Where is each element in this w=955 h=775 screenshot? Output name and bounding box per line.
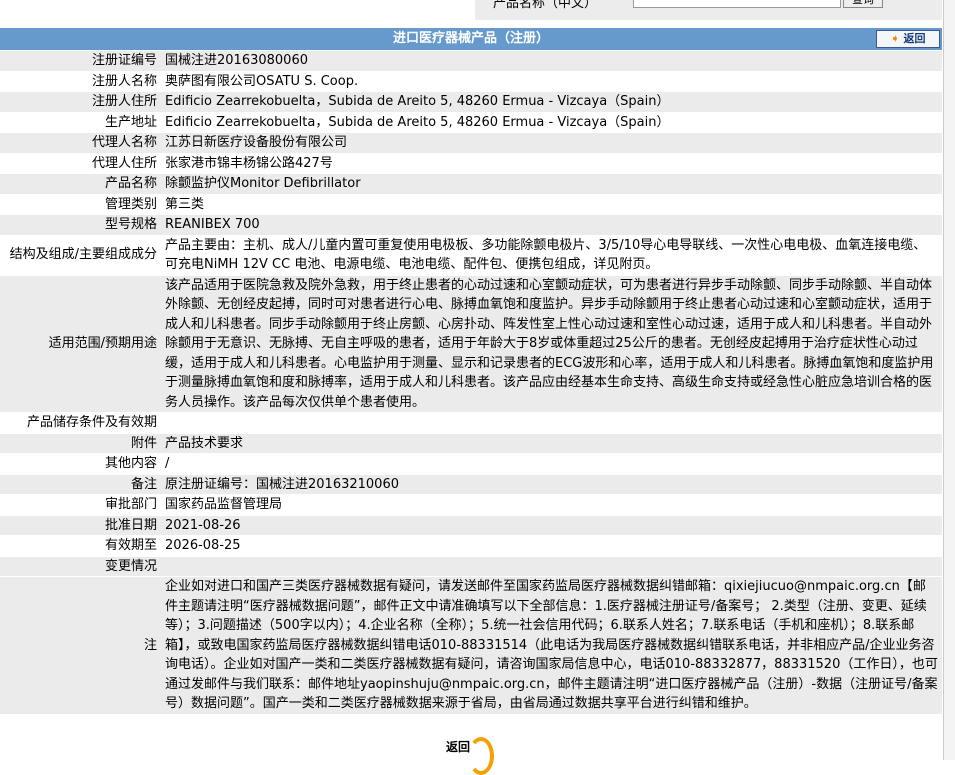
field-value: 奥萨图有限公司OSATU S. Coop.	[165, 71, 942, 92]
table-row: 变更情况	[0, 556, 942, 577]
field-value: 张家港市锦丰杨锦公路427号	[165, 153, 942, 174]
field-label: 产品储存条件及有效期	[0, 412, 165, 434]
table-row: 管理类别 第三类	[0, 194, 942, 215]
field-label: 结构及组成/主要组成成分	[0, 235, 165, 276]
table-row: 注企业如对进口和国产三类医疗器械数据有疑问，请发送邮件至国家药监局医疗器械数据纠…	[0, 576, 942, 715]
field-label: 适用范围/预期用途	[0, 275, 165, 413]
query-button[interactable]: 查询	[843, 0, 883, 8]
table-row: 其他内容 /	[0, 453, 942, 475]
table-row: 生产地址 Edificio Zearrekobuelta，Subida de Ar…	[0, 112, 942, 133]
field-value: 2021-08-26	[165, 515, 942, 536]
back-ring-icon	[468, 737, 494, 775]
table-row: 批准日期 2021-08-26	[0, 515, 942, 536]
field-label: 附件	[0, 433, 165, 454]
field-value: REANIBEX 700	[165, 214, 942, 236]
field-label: 代理人名称	[0, 132, 165, 154]
product-name-label: 产品名称（中文）	[493, 0, 598, 11]
back-label: 返回	[903, 32, 926, 45]
table-row: 注册人名称 奥萨图有限公司OSATU S. Coop.	[0, 71, 942, 92]
field-value: 该产品适用于医院急救及院外急救，用于终止患者的心动过速和心室颤动症状，可为患者进…	[165, 275, 942, 413]
field-label: 注册人名称	[0, 71, 165, 92]
field-value: 原注册证编号：国械注进20163210060	[165, 474, 942, 495]
field-value: 企业如对进口和国产三类医疗器械数据有疑问，请发送邮件至国家药监局医疗器械数据纠错…	[165, 576, 942, 715]
field-label: 注册证编号	[0, 51, 165, 72]
scrollbar[interactable]	[943, 0, 955, 760]
table-row: 审批部门 国家药品监督管理局	[0, 494, 942, 516]
table-row: 结构及组成/主要组成成分 产品主要由：主机、成人/儿童内置可重复使用电极板、多功能…	[0, 235, 942, 276]
field-value: 除颤监护仪Monitor Defibrillator	[165, 173, 942, 195]
field-value: 江苏日新医疗设备股份有限公司	[165, 132, 942, 154]
field-value	[165, 556, 942, 577]
table-row: 代理人住所 张家港市锦丰杨锦公路427号	[0, 153, 942, 174]
field-value: 产品技术要求	[165, 433, 942, 454]
field-value: Edificio Zearrekobuelta，Subida de Areito…	[165, 91, 942, 113]
field-label: 变更情况	[0, 556, 165, 577]
product-name-input[interactable]	[633, 0, 841, 8]
field-label: 注册人住所	[0, 91, 165, 113]
field-label: 其他内容	[0, 453, 165, 475]
table-row: 产品名称 除颤监护仪Monitor Defibrillator	[0, 173, 942, 195]
table-row: 注册证编号 国械注进20163080060	[0, 51, 942, 72]
field-value: 第三类	[165, 194, 942, 215]
search-panel: 产品名称（中文） 查询	[475, 0, 942, 20]
field-value: 产品主要由：主机、成人/儿童内置可重复使用电极板、多功能除颤电极片、3/5/10…	[165, 235, 942, 276]
table-row: 附件 产品技术要求	[0, 433, 942, 454]
page-title: 进口医疗器械产品（注册）	[392, 31, 549, 46]
table-row: 代理人名称 江苏日新医疗设备股份有限公司	[0, 132, 942, 154]
field-value: 国家药品监督管理局	[165, 494, 942, 516]
table-row: 型号规格 REANIBEX 700	[0, 214, 942, 236]
field-label: 生产地址	[0, 112, 165, 133]
field-label: 注	[0, 576, 165, 715]
field-value: Edificio Zearrekobuelta，Subida de Areito…	[165, 112, 942, 133]
arrow-right-icon: ➧	[890, 32, 900, 45]
field-value	[165, 412, 942, 434]
table-row: 有效期至 2026-08-25	[0, 535, 942, 557]
field-value: 国械注进20163080060	[165, 51, 942, 72]
detail-table: 注册证编号 国械注进20163080060 注册人名称 奥萨图有限公司OSATU S.…	[0, 51, 942, 715]
field-label: 管理类别	[0, 194, 165, 215]
field-label: 审批部门	[0, 494, 165, 516]
back-button-top[interactable]: ➧ 返回	[876, 30, 940, 48]
table-row: 适用范围/预期用途 该产品适用于医院急救及院外急救，用于终止患者的心动过速和心室颤…	[0, 275, 942, 413]
field-value: /	[165, 453, 942, 475]
field-label: 产品名称	[0, 173, 165, 195]
field-label: 批准日期	[0, 515, 165, 536]
field-value: 2026-08-25	[165, 535, 942, 557]
back-button-bottom[interactable]: 返回	[446, 738, 470, 755]
field-label: 有效期至	[0, 535, 165, 557]
field-label: 型号规格	[0, 214, 165, 236]
table-row: 产品储存条件及有效期	[0, 412, 942, 434]
field-label: 备注	[0, 474, 165, 495]
section-header: 进口医疗器械产品（注册） ➧ 返回	[0, 28, 942, 50]
field-label: 代理人住所	[0, 153, 165, 174]
table-row: 备注 原注册证编号：国械注进20163210060	[0, 474, 942, 495]
table-row: 注册人住所 Edificio Zearrekobuelta，Subida de A…	[0, 91, 942, 113]
